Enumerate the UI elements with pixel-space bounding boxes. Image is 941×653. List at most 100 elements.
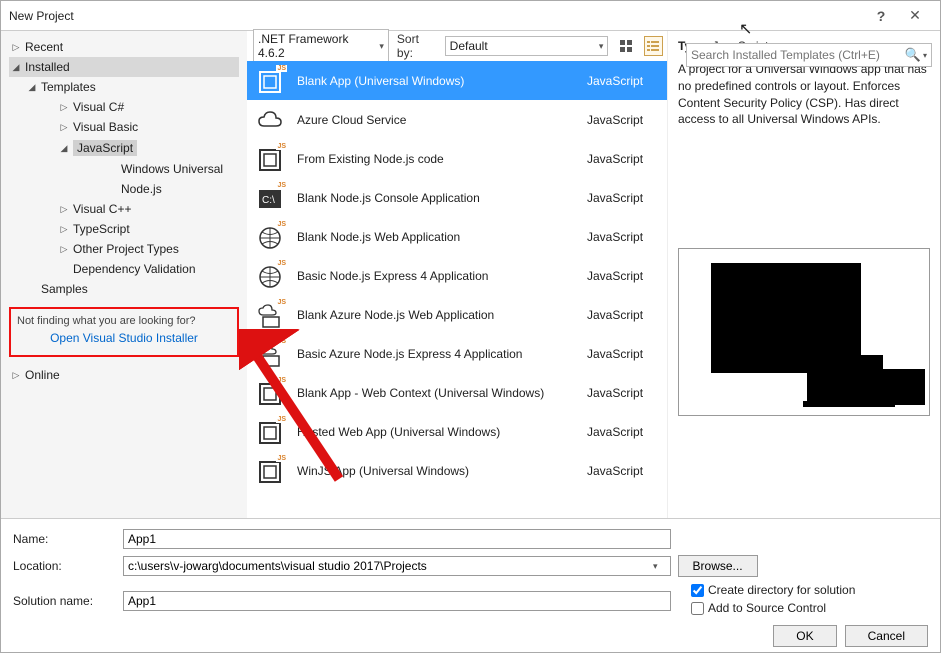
template-name: From Existing Node.js code [297,152,575,166]
js-badge-icon: JS [276,416,287,423]
template-lang: JavaScript [587,386,657,400]
tree-nodejs[interactable]: ·Node.js [105,179,239,199]
solution-name-input[interactable] [123,591,671,611]
ok-button[interactable]: OK [773,625,836,647]
template-lang: JavaScript [587,308,657,322]
search-templates[interactable]: 🔍 ▾ [686,43,932,67]
template-name: Blank Node.js Web Application [297,230,575,244]
js-badge-icon: JS [276,260,287,267]
template-row[interactable]: JS Basic Azure Node.js Express 4 Applicat… [247,334,667,373]
js-badge-icon: JS [276,143,287,150]
not-finding-text: Not finding what you are looking for? [17,315,231,327]
js-badge-icon: JS [276,377,287,384]
template-icon: JS [257,340,285,368]
template-row[interactable]: JSBlank Node.js Web ApplicationJavaScrip… [247,217,667,256]
location-label: Location: [13,559,123,573]
tree-templates[interactable]: ◢Templates [25,77,239,97]
center-panel: .NET Framework 4.6.2▾ Sort by: Default▾ … [247,31,667,518]
browse-button[interactable]: Browse... [678,555,758,577]
template-name: Blank App (Universal Windows) [297,74,575,88]
open-installer-link[interactable]: Open Visual Studio Installer [17,331,231,345]
left-panel: ▷Recent ◢Installed ◢Templates ▷Visual C#… [1,31,247,518]
location-input[interactable] [123,556,671,576]
template-lang: JavaScript [587,74,657,88]
template-lang: JavaScript [587,347,657,361]
js-badge-icon: JS [276,182,287,189]
template-lang: JavaScript [587,152,657,166]
template-name: Hosted Web App (Universal Windows) [297,425,575,439]
template-lang: JavaScript [587,113,657,127]
template-row[interactable]: JS Basic Node.js Express 4 Application Jav… [247,256,667,295]
framework-combo[interactable]: .NET Framework 4.6.2▾ [253,29,389,63]
window-title: New Project [9,9,864,23]
tree-visual-csharp[interactable]: ▷Visual C# [57,97,239,117]
name-label: Name: [13,532,123,546]
template-icon: JS [257,418,285,446]
template-icon: JS [257,145,285,173]
search-dropdown-icon[interactable]: ▾ [923,51,927,60]
js-badge-icon: JS [276,455,287,462]
template-lang: JavaScript [587,191,657,205]
template-row[interactable]: JS Blank App - Web Context (Universal Win… [247,373,667,412]
tree-samples[interactable]: ·Samples [25,279,239,299]
template-row[interactable]: JS From Existing Node.js code JavaScript [247,139,667,178]
tree-visual-cpp[interactable]: ▷Visual C++ [57,199,239,219]
js-badge-icon: JS [276,65,287,72]
template-name: Blank Node.js Console Application [297,191,575,205]
tree-dependency-validation[interactable]: ·Dependency Validation [57,259,239,279]
tree-recent[interactable]: ▷Recent [9,37,239,57]
js-badge-icon: JS [276,221,287,228]
close-button[interactable]: ✕ [898,1,932,31]
view-list-button[interactable] [644,36,663,56]
help-button[interactable]: ? [864,1,898,31]
template-row[interactable]: Azure Cloud Service JavaScript [247,100,667,139]
title-bar: New Project ? ✕ [1,1,940,31]
template-row[interactable]: C:\JS Blank Node.js Console Application Ja… [247,178,667,217]
template-name: Blank App - Web Context (Universal Windo… [297,386,575,400]
template-icon: C:\JS [257,184,285,212]
template-icon: JS [257,379,285,407]
center-toolbar: .NET Framework 4.6.2▾ Sort by: Default▾ [247,31,667,61]
js-badge-icon: JS [276,299,287,306]
svg-text:C:\: C:\ [262,195,275,206]
view-grid-button[interactable] [616,36,635,56]
tree-javascript[interactable]: ◢JavaScript [57,137,239,159]
template-row[interactable]: JS Hosted Web App (Universal Windows) Java… [247,412,667,451]
search-input[interactable] [691,48,905,62]
template-icon [257,106,285,134]
template-lang: JavaScript [587,425,657,439]
bottom-form: Name: Location: ▾ Browse... Solution nam… [1,518,940,653]
create-dir-checkbox[interactable]: Create directory for solution [691,583,855,597]
template-description: A project for a Universal Windows app th… [678,61,930,128]
template-icon: JS [257,457,285,485]
template-name: WinJS App (Universal Windows) [297,464,575,478]
sortby-combo[interactable]: Default▾ [445,36,609,56]
js-badge-icon: JS [276,338,287,345]
tree-windows-universal[interactable]: ·Windows Universal [105,159,239,179]
tree-installed[interactable]: ◢Installed [9,57,239,77]
template-icon: JS [257,301,285,329]
name-input[interactable] [123,529,671,549]
template-lang: JavaScript [587,269,657,283]
tree-other-project-types[interactable]: ▷Other Project Types [57,239,239,259]
tree-typescript[interactable]: ▷TypeScript [57,219,239,239]
template-row[interactable]: JS WinJS App (Universal Windows) JavaScrip… [247,451,667,490]
template-lang: JavaScript [587,464,657,478]
not-finding-box: Not finding what you are looking for? Op… [9,307,239,357]
template-row[interactable]: JS Blank App (Universal Windows) JavaScrip… [247,61,667,100]
tree-online[interactable]: ▷Online [9,365,239,385]
template-name: Basic Azure Node.js Express 4 Applicatio… [297,347,575,361]
template-icon: JS [257,67,285,95]
tree-visual-basic[interactable]: ▷Visual Basic [57,117,239,137]
template-row[interactable]: JS Blank Azure Node.js Web Application Jav… [247,295,667,334]
preview-image [678,248,930,416]
template-icon: JS [257,262,285,290]
template-list[interactable]: JS Blank App (Universal Windows) JavaScrip… [247,61,667,518]
template-name: Blank Azure Node.js Web Application [297,308,575,322]
template-name: Azure Cloud Service [297,113,575,127]
search-icon[interactable]: 🔍 [905,47,921,63]
template-name: Basic Node.js Express 4 Application [297,269,575,283]
add-source-checkbox[interactable]: Add to Source Control [691,601,855,615]
cancel-button[interactable]: Cancel [845,625,928,647]
solution-name-label: Solution name: [13,594,123,608]
